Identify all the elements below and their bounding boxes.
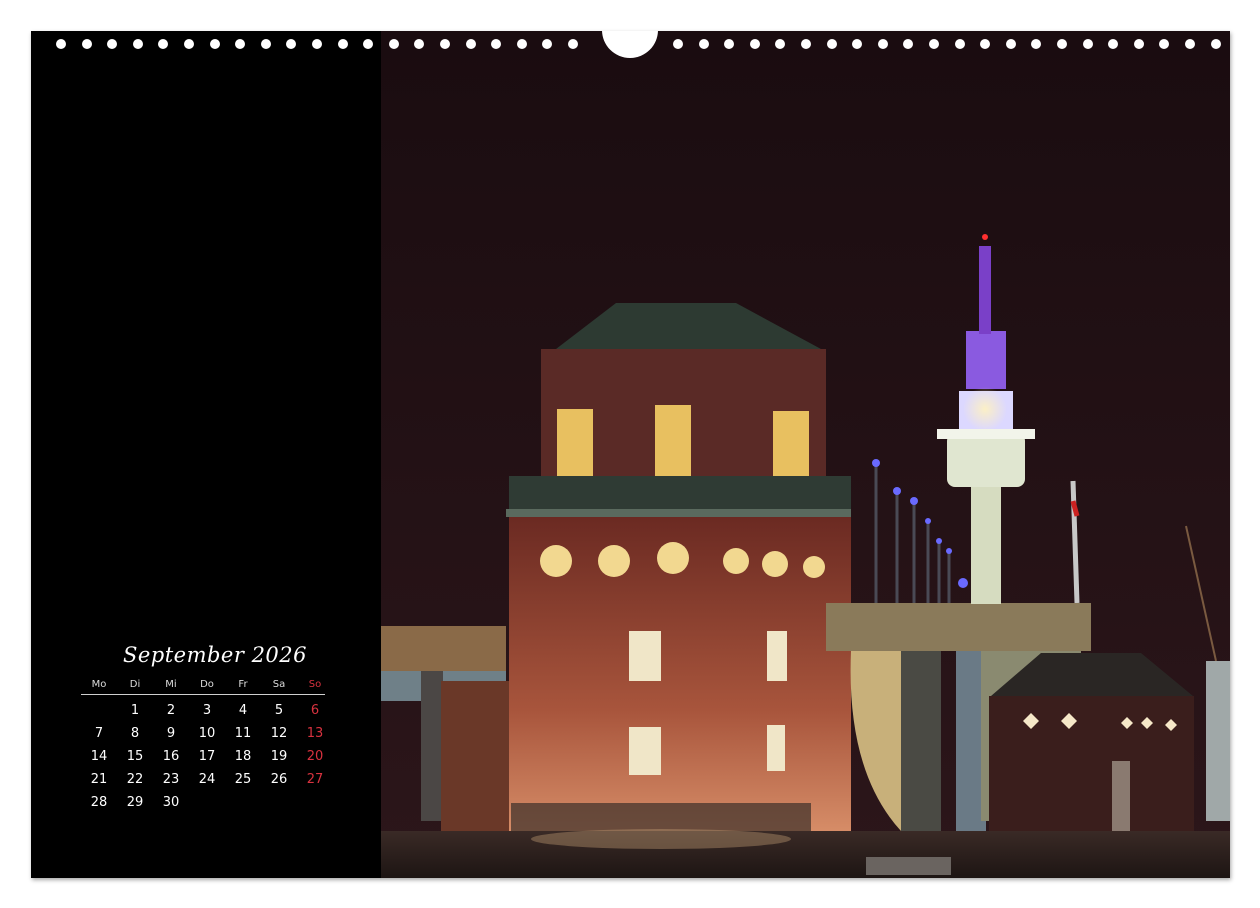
day-cell: 13	[306, 726, 324, 741]
weekday-label: So	[308, 679, 322, 690]
day-cell: 16	[162, 749, 180, 764]
binding-hole	[673, 39, 683, 49]
weekday-label: Mo	[91, 679, 107, 690]
day-cell: 20	[306, 749, 324, 764]
day-cell: 30	[162, 795, 180, 810]
binding-hole	[1133, 39, 1144, 49]
binding-hole	[698, 39, 709, 49]
binding-hole	[440, 39, 450, 49]
day-cell: 25	[234, 772, 252, 787]
day-cell: 28	[90, 795, 108, 810]
weekday-label: Di	[129, 679, 141, 690]
binding-hole	[877, 39, 888, 49]
binding-hole	[107, 39, 118, 49]
binding-hole	[1185, 39, 1195, 49]
day-cell: 23	[162, 772, 180, 787]
binding-hole	[337, 39, 348, 49]
day-cell: 29	[126, 795, 144, 810]
day-cell: 4	[238, 703, 248, 718]
day-cell: 6	[310, 703, 320, 718]
binding-hole	[260, 39, 271, 49]
weekday-label: Do	[200, 679, 214, 690]
day-cell: 2	[166, 703, 176, 718]
binding-hole	[542, 39, 553, 49]
binding-hole	[1108, 39, 1119, 49]
calendar-page: September 2026 Mo Di Mi Do Fr Sa So 1234567891…	[31, 31, 1230, 878]
day-cell: 11	[234, 726, 252, 741]
binding-hole	[724, 39, 735, 49]
binding-hole	[568, 39, 578, 49]
binding-hole	[516, 39, 527, 49]
day-cell: 8	[130, 726, 140, 741]
night-harbor-photo	[381, 31, 1230, 878]
binding-hole	[465, 39, 476, 49]
weekday-label: Sa	[272, 679, 286, 690]
month-calendar: September 2026 Mo Di Mi Do Fr Sa So 1234567891…	[81, 643, 329, 814]
empty-day-cell	[81, 699, 117, 722]
binding-hole	[209, 39, 220, 49]
binding-hole	[81, 39, 92, 49]
day-cell: 22	[126, 772, 144, 787]
day-cell: 27	[306, 772, 324, 787]
binding-hole	[1031, 39, 1042, 49]
day-cell: 5	[274, 703, 284, 718]
day-cell: 14	[90, 749, 108, 764]
binding-hole	[363, 39, 374, 49]
binding-hole	[929, 39, 939, 49]
binding-hole	[158, 39, 169, 49]
weekday-header: Mo Di Mi Do Fr Sa So	[81, 679, 325, 695]
day-cell: 7	[94, 726, 104, 741]
binding-hole	[980, 39, 991, 49]
day-cell: 10	[198, 726, 216, 741]
day-cell: 12	[270, 726, 288, 741]
calendar-panel: September 2026 Mo Di Mi Do Fr Sa So 1234567891…	[31, 31, 381, 878]
binding-hole	[852, 39, 863, 49]
weekday-label: Mi	[165, 679, 177, 690]
binding-hole	[1057, 39, 1067, 49]
day-cell: 21	[90, 772, 108, 787]
day-cell: 15	[126, 749, 144, 764]
binding-hole	[56, 39, 66, 49]
binding-hole	[749, 39, 760, 49]
binding-hole	[954, 39, 965, 49]
day-cell: 17	[198, 749, 216, 764]
binding-hole	[1159, 39, 1170, 49]
binding-hole	[286, 39, 297, 49]
day-cell: 26	[270, 772, 288, 787]
day-cell: 1	[130, 703, 140, 718]
binding-hole	[775, 39, 786, 49]
binding-hole	[388, 39, 399, 49]
binding-hole	[1210, 39, 1221, 49]
binding-hole	[491, 39, 502, 49]
binding-hole	[312, 39, 322, 49]
binding-hole	[414, 39, 425, 49]
day-cell: 19	[270, 749, 288, 764]
month-title: September 2026	[122, 643, 308, 667]
day-cell: 18	[234, 749, 252, 764]
binding-hole	[1082, 39, 1093, 49]
day-cell: 3	[202, 703, 212, 718]
binding-hole	[826, 39, 837, 49]
day-cell: 24	[198, 772, 216, 787]
binding-hole	[903, 39, 914, 49]
day-cell: 9	[166, 726, 176, 741]
binding-hole	[801, 39, 811, 49]
binding-hole	[132, 39, 143, 49]
weekday-label: Fr	[238, 679, 248, 690]
day-grid: 1 2 3 4 5 6 7 8 9 10 11 12 13 14 15 16 17 18 19 20 21 22 23 24 2…	[81, 699, 329, 814]
binding-hole	[1005, 39, 1016, 49]
binding-hole	[184, 39, 194, 49]
binding-hole	[235, 39, 246, 49]
